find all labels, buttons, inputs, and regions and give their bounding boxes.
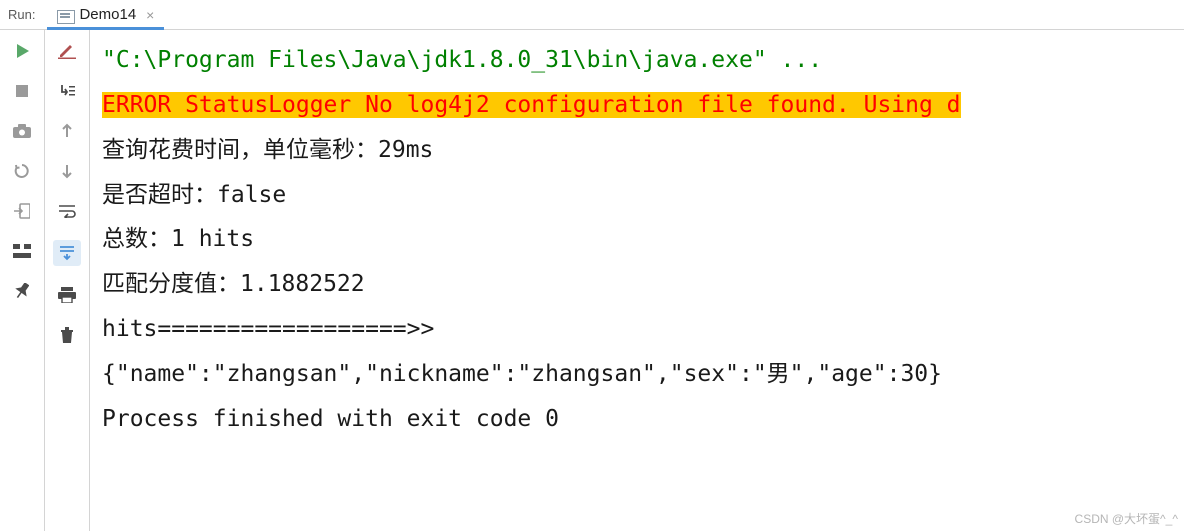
left-action-bar [0,30,45,531]
print-icon[interactable] [56,284,78,306]
console-line-output: 是否超时：false [102,173,1184,218]
run-label: Run: [8,7,35,22]
console-line-command: "C:\Program Files\Java\jdk1.8.0_31\bin\j… [102,38,1184,83]
soft-wrap-icon[interactable] [56,200,78,222]
console-line-error: ERROR StatusLogger No log4j2 configurati… [102,92,961,118]
console-line-output: {"name":"zhangsan","nickname":"zhangsan"… [102,352,1184,397]
tab-active-indicator [47,27,164,30]
down-arrow-icon[interactable] [56,160,78,182]
layout-icon[interactable] [11,240,33,262]
run-body: "C:\Program Files\Java\jdk1.8.0_31\bin\j… [0,30,1184,531]
run-toolwindow-header: Run: Demo14 × [0,0,1184,30]
exit-icon[interactable] [11,200,33,222]
console-action-bar [45,30,90,531]
pin-icon[interactable] [11,280,33,302]
edit-pen-icon[interactable] [56,40,78,62]
close-icon[interactable]: × [146,7,154,23]
console-line-output: 匹配分度值：1.1882522 [102,262,1184,307]
scroll-to-end-icon[interactable] [53,240,81,266]
tab-demo14[interactable]: Demo14 × [47,0,164,29]
watermark: CSDN @大坏蛋^_^ [1075,510,1178,527]
console-line-output: 查询花费时间，单位毫秒：29ms [102,128,1184,173]
application-icon [57,8,73,22]
restart-icon[interactable] [11,160,33,182]
run-tab-bar: Demo14 × [47,0,164,29]
up-arrow-icon[interactable] [56,120,78,142]
console-line-exit: Process finished with exit code 0 [102,397,1184,442]
console-line-output: hits==================>> [102,307,1184,352]
console-line-output: 总数：1 hits [102,217,1184,262]
stop-icon[interactable] [11,80,33,102]
camera-icon[interactable] [11,120,33,142]
run-icon[interactable] [11,40,33,62]
console-output[interactable]: "C:\Program Files\Java\jdk1.8.0_31\bin\j… [90,30,1184,531]
trash-icon[interactable] [56,324,78,346]
tab-label: Demo14 [79,6,136,23]
step-down-icon[interactable] [56,80,78,102]
